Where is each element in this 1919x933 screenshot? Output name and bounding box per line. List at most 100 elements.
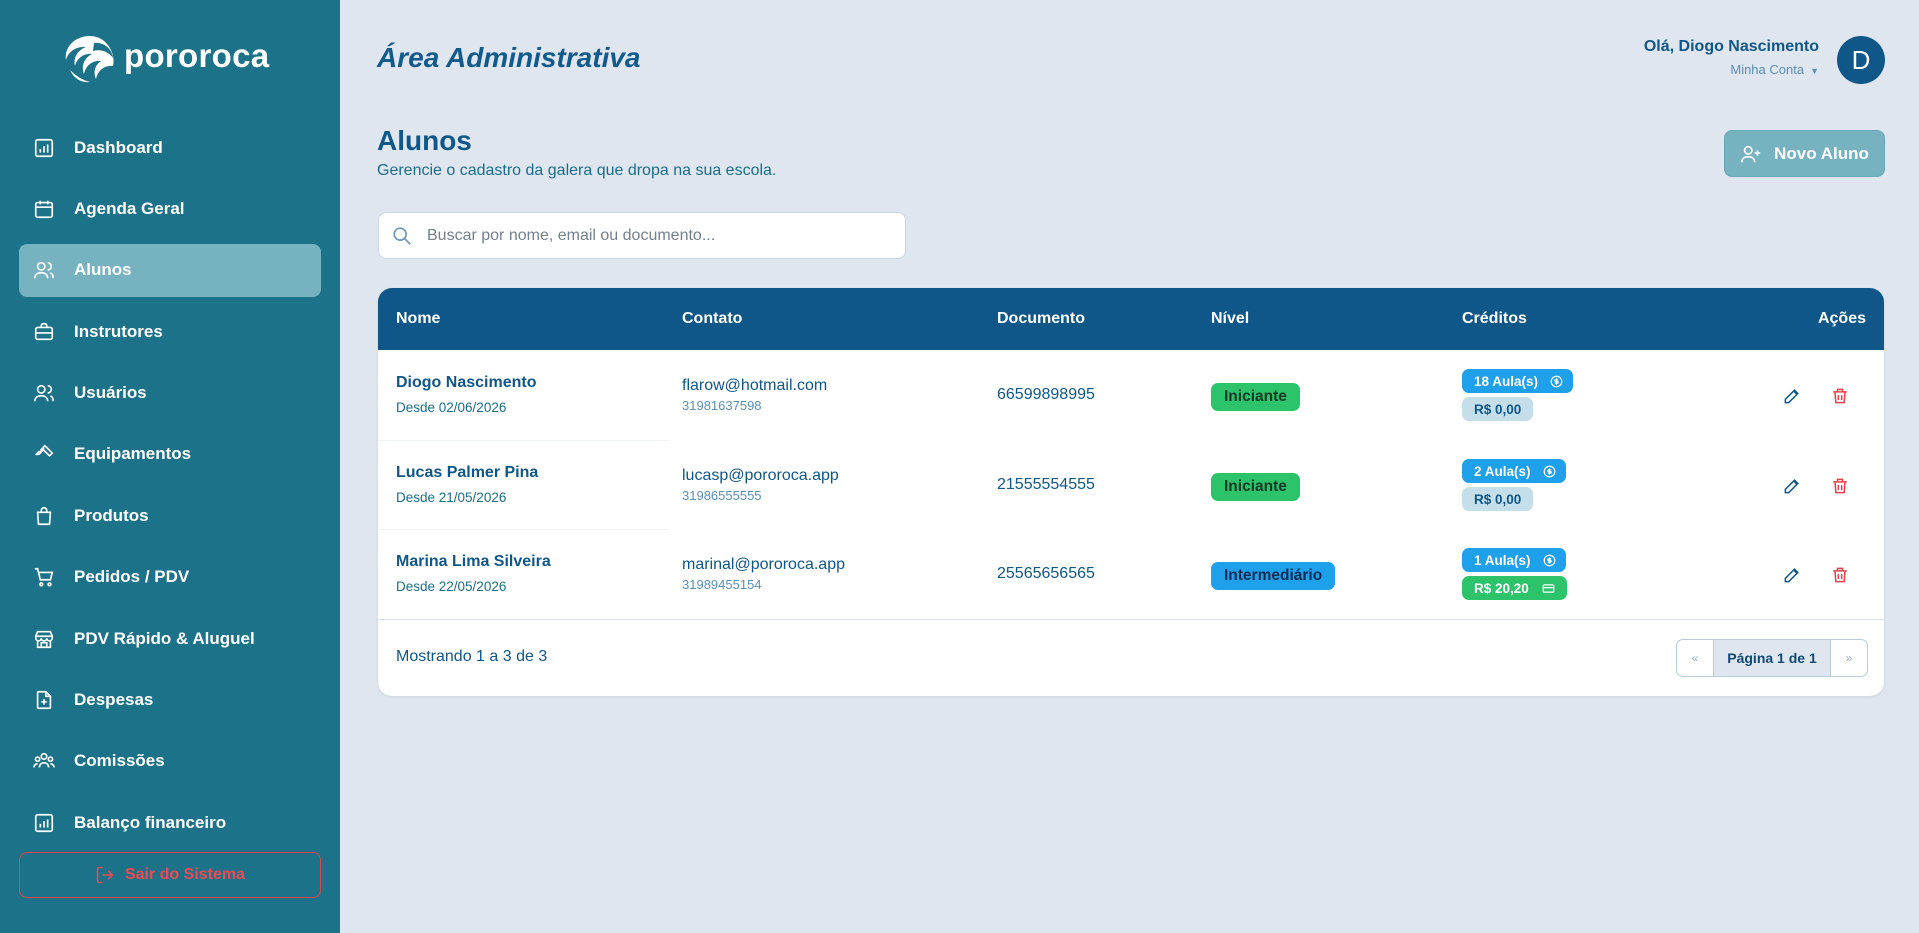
student-email: flarow@hotmail.com — [682, 377, 828, 394]
sidebar-item-label: Comissões — [74, 751, 165, 771]
sidebar-item-label: Agenda Geral — [74, 198, 185, 218]
sidebar-item-pedidos[interactable]: Pedidos / PDV — [19, 551, 321, 604]
logout-label: Sair do Sistema — [124, 866, 246, 883]
sidebar-item-label: Instrutores — [74, 321, 163, 341]
sidebar-item-usuarios[interactable]: Usuários — [19, 367, 321, 420]
sidebar-item-equipamentos[interactable]: Equipamentos — [19, 428, 321, 481]
account-menu-link[interactable]: Minha Conta ▼ — [1644, 62, 1819, 77]
account-label: Minha Conta — [1730, 62, 1805, 77]
wrench-icon — [33, 443, 55, 465]
table-row: Lucas Palmer Pina Desde 21/05/2026 lucas… — [378, 440, 1884, 530]
table-header: Nome Contato Documento Nível Créditos Aç… — [378, 288, 1884, 350]
user-plus-icon — [1741, 145, 1761, 162]
group-icon — [33, 750, 55, 772]
area-title: Área Administrativa — [377, 42, 641, 73]
sidebar-item-label: Dashboard — [74, 137, 163, 157]
sidebar-item-despesas[interactable]: Despesas — [19, 674, 321, 727]
balance-badge: R$ 0,00 — [1462, 487, 1534, 511]
balance-badge: R$ 0,00 — [1462, 397, 1534, 421]
coin-icon — [1543, 554, 1555, 566]
delete-trash-icon[interactable] — [1830, 476, 1850, 496]
sidebar-item-produtos[interactable]: Produtos — [19, 489, 321, 542]
lessons-credit-badge: 18 Aula(s) — [1462, 369, 1574, 393]
student-phone: 31989455154 — [682, 577, 762, 592]
search-input[interactable] — [427, 226, 887, 245]
sidebar: pororoca Dashboard Agenda Geral Alunos I… — [0, 0, 340, 933]
column-header-nivel: Nível — [1211, 310, 1250, 327]
student-document: 21555554555 — [997, 476, 1095, 493]
lessons-credit-badge: 2 Aula(s) — [1462, 459, 1566, 483]
user-menu[interactable]: Olá, Diogo Nascimento Minha Conta ▼ — [1644, 38, 1819, 77]
sidebar-item-label: Alunos — [74, 260, 132, 280]
new-student-label: Novo Aluno — [1774, 143, 1869, 163]
chart-icon — [33, 812, 55, 834]
student-phone: 31981637598 — [682, 398, 762, 413]
level-badge: Iniciante — [1211, 473, 1300, 501]
student-since: Desde 21/05/2026 — [396, 490, 507, 505]
file-plus-icon — [33, 689, 55, 711]
lessons-credit-label: 2 Aula(s) — [1474, 463, 1531, 479]
chart-icon — [33, 137, 55, 159]
sidebar-item-dashboard[interactable]: Dashboard — [19, 121, 321, 174]
column-header-acoes: Ações — [1817, 310, 1866, 327]
delete-trash-icon[interactable] — [1830, 386, 1850, 406]
sidebar-item-label: Despesas — [74, 690, 154, 710]
column-header-contato: Contato — [682, 310, 743, 327]
table-row: Diogo Nascimento Desde 02/06/2026 flarow… — [378, 350, 1884, 440]
balance-label: R$ 0,00 — [1474, 401, 1522, 417]
lessons-credit-label: 1 Aula(s) — [1474, 552, 1531, 568]
calendar-icon — [33, 198, 55, 220]
student-name: Diogo Nascimento — [396, 374, 537, 391]
avatar[interactable]: D — [1837, 36, 1885, 84]
level-badge: Intermediário — [1211, 562, 1336, 590]
pagination-prev-button[interactable]: « — [1677, 640, 1713, 676]
sidebar-item-agenda[interactable]: Agenda Geral — [19, 182, 321, 235]
sidebar-item-label: Produtos — [74, 505, 149, 525]
app-logo[interactable]: pororoca — [60, 30, 269, 88]
students-table: Nome Contato Documento Nível Créditos Aç… — [378, 288, 1884, 696]
sidebar-item-balanco[interactable]: Balanço financeiro — [19, 796, 321, 849]
sidebar-item-alunos[interactable]: Alunos — [19, 243, 321, 297]
sidebar-item-comissoes[interactable]: Comissões — [19, 735, 321, 788]
student-since: Desde 22/05/2026 — [396, 579, 507, 594]
column-header-nome: Nome — [396, 310, 441, 327]
sidebar-item-label: Balanço financeiro — [74, 812, 227, 832]
cart-icon — [33, 566, 55, 588]
delete-trash-icon[interactable] — [1830, 565, 1850, 585]
column-header-creditos: Créditos — [1462, 310, 1527, 327]
sidebar-item-instrutores[interactable]: Instrutores — [19, 305, 321, 358]
credit-card-icon — [1542, 583, 1555, 593]
logout-button[interactable]: Sair do Sistema — [19, 852, 321, 898]
student-document: 25565656565 — [997, 565, 1095, 582]
lessons-credit-badge: 1 Aula(s) — [1462, 548, 1566, 572]
student-email: lucasp@pororoca.app — [682, 467, 839, 484]
edit-pencil-icon[interactable] — [1782, 565, 1802, 585]
pagination: « Página 1 de 1 » — [1676, 639, 1868, 677]
sidebar-item-label: Usuários — [74, 383, 147, 403]
lessons-credit-label: 18 Aula(s) — [1474, 373, 1539, 389]
caret-down-icon: ▼ — [1810, 66, 1819, 76]
users-icon — [33, 259, 55, 281]
page-subtitle: Gerencie o cadastro da galera que dropa … — [377, 162, 777, 179]
pagination-next-button[interactable]: » — [1831, 640, 1867, 676]
student-email: marinal@pororoca.app — [682, 556, 845, 573]
new-student-button[interactable]: Novo Aluno — [1724, 130, 1885, 177]
student-phone: 31986555555 — [682, 488, 762, 503]
coin-icon — [1543, 465, 1555, 477]
search-icon — [393, 226, 411, 245]
sidebar-item-label: Pedidos / PDV — [74, 567, 190, 587]
edit-pencil-icon[interactable] — [1782, 386, 1802, 406]
bag-icon — [33, 505, 55, 527]
logout-icon — [96, 866, 114, 884]
student-name: Lucas Palmer Pina — [396, 464, 539, 481]
store-icon — [33, 628, 55, 650]
edit-pencil-icon[interactable] — [1782, 476, 1802, 496]
sidebar-item-pdv-rapido[interactable]: PDV Rápido & Aluguel — [19, 612, 321, 665]
sidebar-item-label: Equipamentos — [74, 444, 192, 464]
balance-badge: R$ 20,20 — [1462, 576, 1567, 600]
balance-label: R$ 20,20 — [1474, 580, 1529, 596]
app-logo-text: pororoca — [124, 37, 270, 74]
users-icon — [33, 382, 55, 404]
pagination-current-page: Página 1 de 1 — [1713, 640, 1831, 676]
wave-logo-icon — [65, 36, 114, 83]
